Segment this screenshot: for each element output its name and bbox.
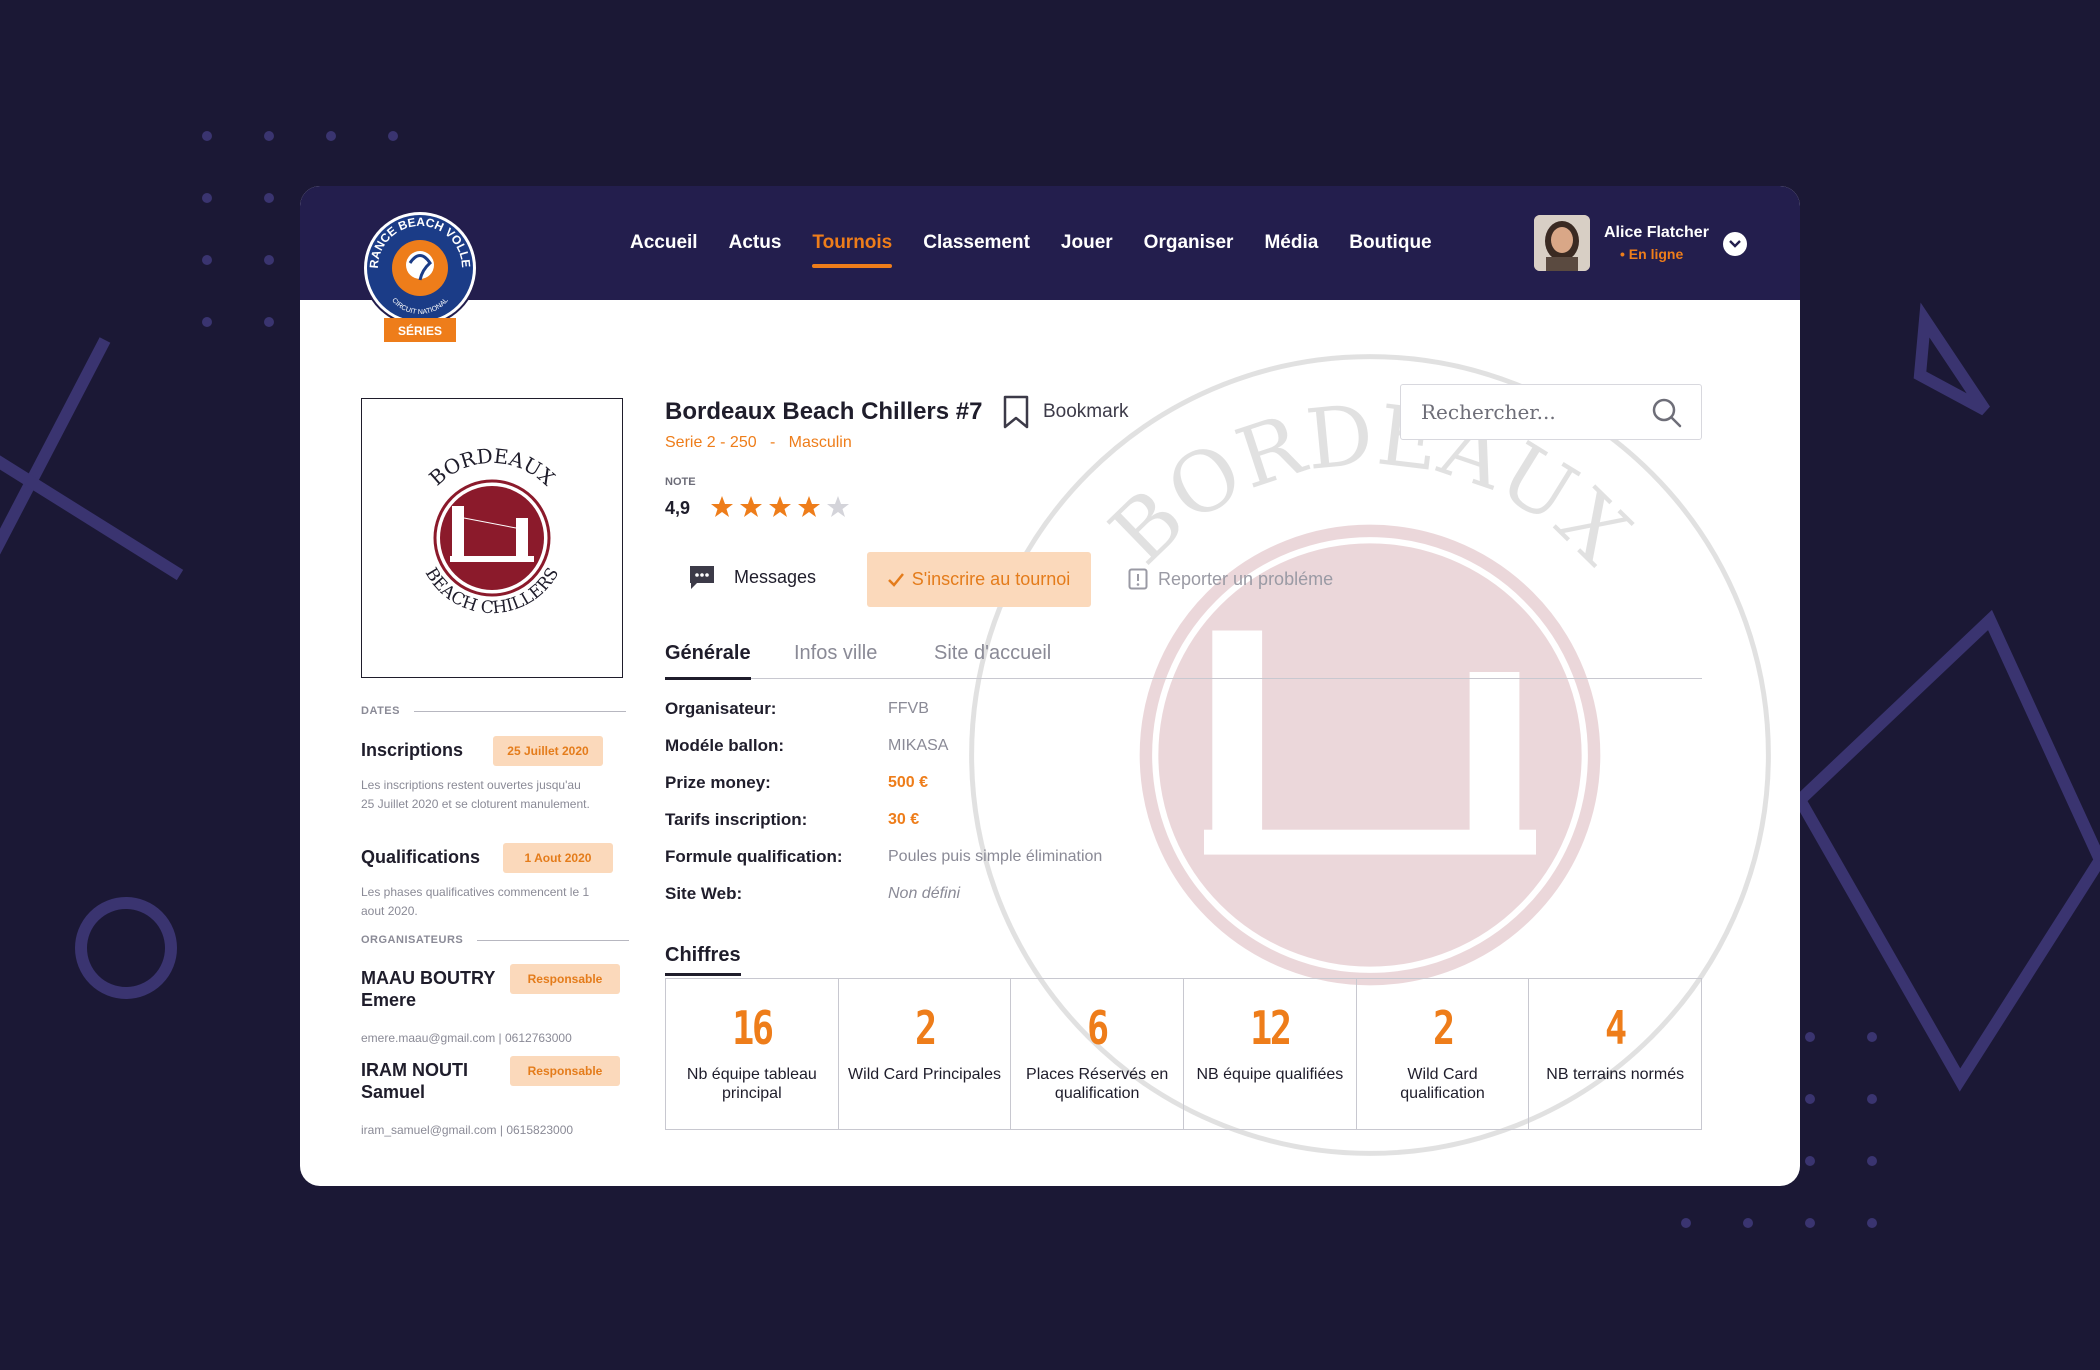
info-label: Formule qualification: — [665, 847, 843, 866]
france-beach-volley-logo[interactable]: FRANCE BEACH VOLLEY CIRCUIT NATIONAL SÉR… — [360, 208, 480, 344]
bookmark-button[interactable]: Bookmark — [1003, 395, 1129, 429]
star-icon — [798, 496, 820, 517]
stat-cell: 6 Places Réservés en qualification — [1011, 979, 1185, 1129]
info-value: Poules puis simple élimination — [888, 848, 1103, 865]
stat-value: 6 — [1087, 1001, 1109, 1055]
organiser-1-name-line2: Emere — [361, 990, 417, 1010]
tab-generale[interactable]: Générale — [665, 642, 751, 680]
chiffres-title: Chiffres — [665, 944, 741, 976]
svg-text:SÉRIES: SÉRIES — [398, 323, 442, 338]
chat-icon — [690, 566, 714, 589]
stat-value: 2 — [914, 1001, 937, 1055]
stat-cell: 4 NB terrains normés — [1529, 979, 1701, 1129]
main-nav: Accueil Actus Tournois Classement Jouer Organ… — [630, 186, 1463, 300]
organiser-1-contact: emere.maau@gmail.com | 0612763000 — [361, 1031, 572, 1045]
star-icon — [740, 496, 762, 517]
nav-item-jouer[interactable]: Jouer — [1061, 186, 1113, 300]
tab-infos-ville[interactable]: Infos ville — [794, 642, 877, 678]
stat-value: 12 — [1250, 1001, 1292, 1055]
rating-stars — [710, 495, 850, 519]
stat-cell: 2 Wild Card Principales — [839, 979, 1012, 1129]
alert-icon — [1128, 568, 1148, 590]
stat-label: NB terrains normés — [1546, 1066, 1685, 1083]
user-name: Alice Flatcher — [1604, 224, 1709, 241]
nav-item-média[interactable]: Média — [1264, 186, 1318, 300]
nav-item-tournois[interactable]: Tournois — [812, 186, 892, 300]
stat-label: NB équipe qualifiées — [1196, 1066, 1344, 1083]
stat-label: Nb équipe tableau principal — [686, 1066, 817, 1102]
info-label: Tarifs inscription: — [665, 810, 808, 829]
qualifications-note-line2: aout 2020. — [361, 904, 418, 918]
organiser-1-role-badge: Responsable — [510, 964, 620, 994]
info-value: FFVB — [888, 700, 929, 717]
stat-cell: 16 Nb équipe tableau principal — [666, 979, 839, 1129]
inscriptions-note-line1: Les inscriptions restent ouvertes jusqu'… — [361, 778, 581, 792]
check-icon — [887, 572, 904, 587]
nav-item-actus[interactable]: Actus — [729, 186, 782, 300]
nav-item-organiser[interactable]: Organiser — [1144, 186, 1234, 300]
nav-item-boutique[interactable]: Boutique — [1349, 186, 1431, 300]
join-tournament-button[interactable]: S'inscrire au tournoi — [867, 552, 1091, 607]
search-input[interactable] — [1419, 399, 1643, 425]
info-value: 500 € — [888, 774, 929, 791]
tab-site-accueil[interactable]: Site d'accueil — [934, 642, 1051, 678]
detail-tabs: Générale Infos ville Site d'accueil — [665, 642, 1702, 680]
info-value: MIKASA — [888, 737, 949, 754]
report-problem-button[interactable]: Reporter un probléme — [1128, 568, 1333, 590]
organiser-2-contact: iram_samuel@gmail.com | 0615823000 — [361, 1123, 574, 1137]
tournament-name: Bordeaux Beach Chillers #7 — [665, 398, 983, 425]
star-icon — [827, 496, 849, 517]
stat-value: 4 — [1605, 1001, 1627, 1055]
dates-section-label: DATES — [361, 705, 626, 717]
qualifications-note-line1: Les phases qualificatives commencent le … — [361, 885, 590, 899]
organisateurs-section-label: ORGANISATEURS — [361, 934, 630, 946]
stat-cell: 12 NB équipe qualifiées — [1184, 979, 1357, 1129]
info-label: Prize money: — [665, 773, 771, 792]
nav-item-classement[interactable]: Classement — [923, 186, 1030, 300]
chevron-down-icon[interactable] — [1723, 232, 1747, 256]
top-navigation-bar: Accueil Actus Tournois Classement Jouer Organ… — [300, 186, 1800, 300]
stat-value: 16 — [732, 1001, 774, 1055]
info-value: Non défini — [888, 885, 961, 902]
note-value: 4,9 — [665, 498, 691, 518]
inscriptions-date-badge: 25 Juillet 2020 — [493, 736, 603, 766]
user-avatar[interactable] — [1534, 215, 1590, 271]
tournament-card: BORDEAUX AccueilActusTournoisClassementJ… — [300, 186, 1800, 1186]
qualifications-date-badge: 1 Aout 2020 — [503, 843, 613, 873]
info-label: Site Web: — [665, 884, 743, 903]
club-logo: BORDEAUX BEACH CHILLERS — [361, 398, 623, 678]
note-label: NOTE — [665, 476, 696, 488]
info-value: 30 € — [888, 811, 920, 828]
organiser-2-name-line2: Samuel — [361, 1082, 426, 1102]
user-status: • En ligne — [1620, 246, 1684, 262]
star-icon — [769, 496, 791, 517]
stat-label: Places Réservés en qualification — [1026, 1066, 1169, 1102]
qualifications-title: Qualifications — [361, 847, 481, 867]
search-box[interactable] — [1400, 384, 1702, 440]
messages-button[interactable]: Messages — [688, 564, 816, 590]
tournament-subtitle: Serie 2 - 250 - Masculin — [665, 434, 852, 451]
stat-value: 2 — [1432, 1001, 1455, 1055]
bookmark-icon — [1003, 395, 1029, 429]
organiser-2-name-line1: IRAM NOUTI — [361, 1060, 468, 1080]
info-label: Organisateur: — [665, 699, 777, 718]
organiser-1-name-line1: MAAU BOUTRY — [361, 968, 496, 988]
organiser-2-role-badge: Responsable — [510, 1056, 620, 1086]
stats-grid: 16 Nb équipe tableau principal 2 Wild Card … — [665, 978, 1702, 1130]
inscriptions-note-line2: 25 Juillet 2020 et se cloturent manuleme… — [361, 797, 590, 811]
info-label: Modéle ballon: — [665, 736, 784, 755]
stat-cell: 2 Wild Card qualification — [1357, 979, 1530, 1129]
user-profile[interactable]: Alice Flatcher • En ligne — [1534, 214, 1709, 272]
inscriptions-title: Inscriptions — [361, 740, 464, 760]
star-icon — [711, 496, 733, 517]
stat-label: Wild Card Principales — [848, 1066, 1001, 1083]
stat-label: Wild Card qualification — [1400, 1066, 1485, 1102]
nav-item-accueil[interactable]: Accueil — [630, 186, 698, 300]
search-icon[interactable] — [1651, 397, 1683, 429]
